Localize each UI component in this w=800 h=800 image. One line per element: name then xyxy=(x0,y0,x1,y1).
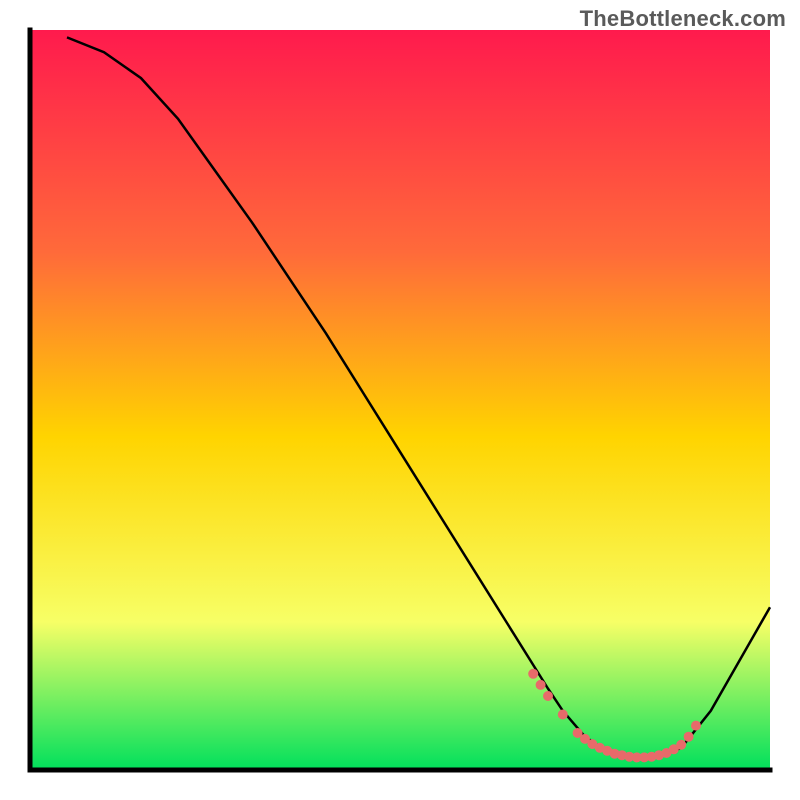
plot-gradient-background xyxy=(30,30,770,770)
optimal-marker xyxy=(558,710,568,720)
optimal-marker xyxy=(536,680,546,690)
optimal-marker xyxy=(528,669,538,679)
optimal-marker xyxy=(691,721,701,731)
optimal-marker xyxy=(676,740,686,750)
bottleneck-chart xyxy=(0,0,800,800)
watermark-text: TheBottleneck.com xyxy=(580,6,786,32)
optimal-marker xyxy=(543,691,553,701)
optimal-marker xyxy=(684,732,694,742)
